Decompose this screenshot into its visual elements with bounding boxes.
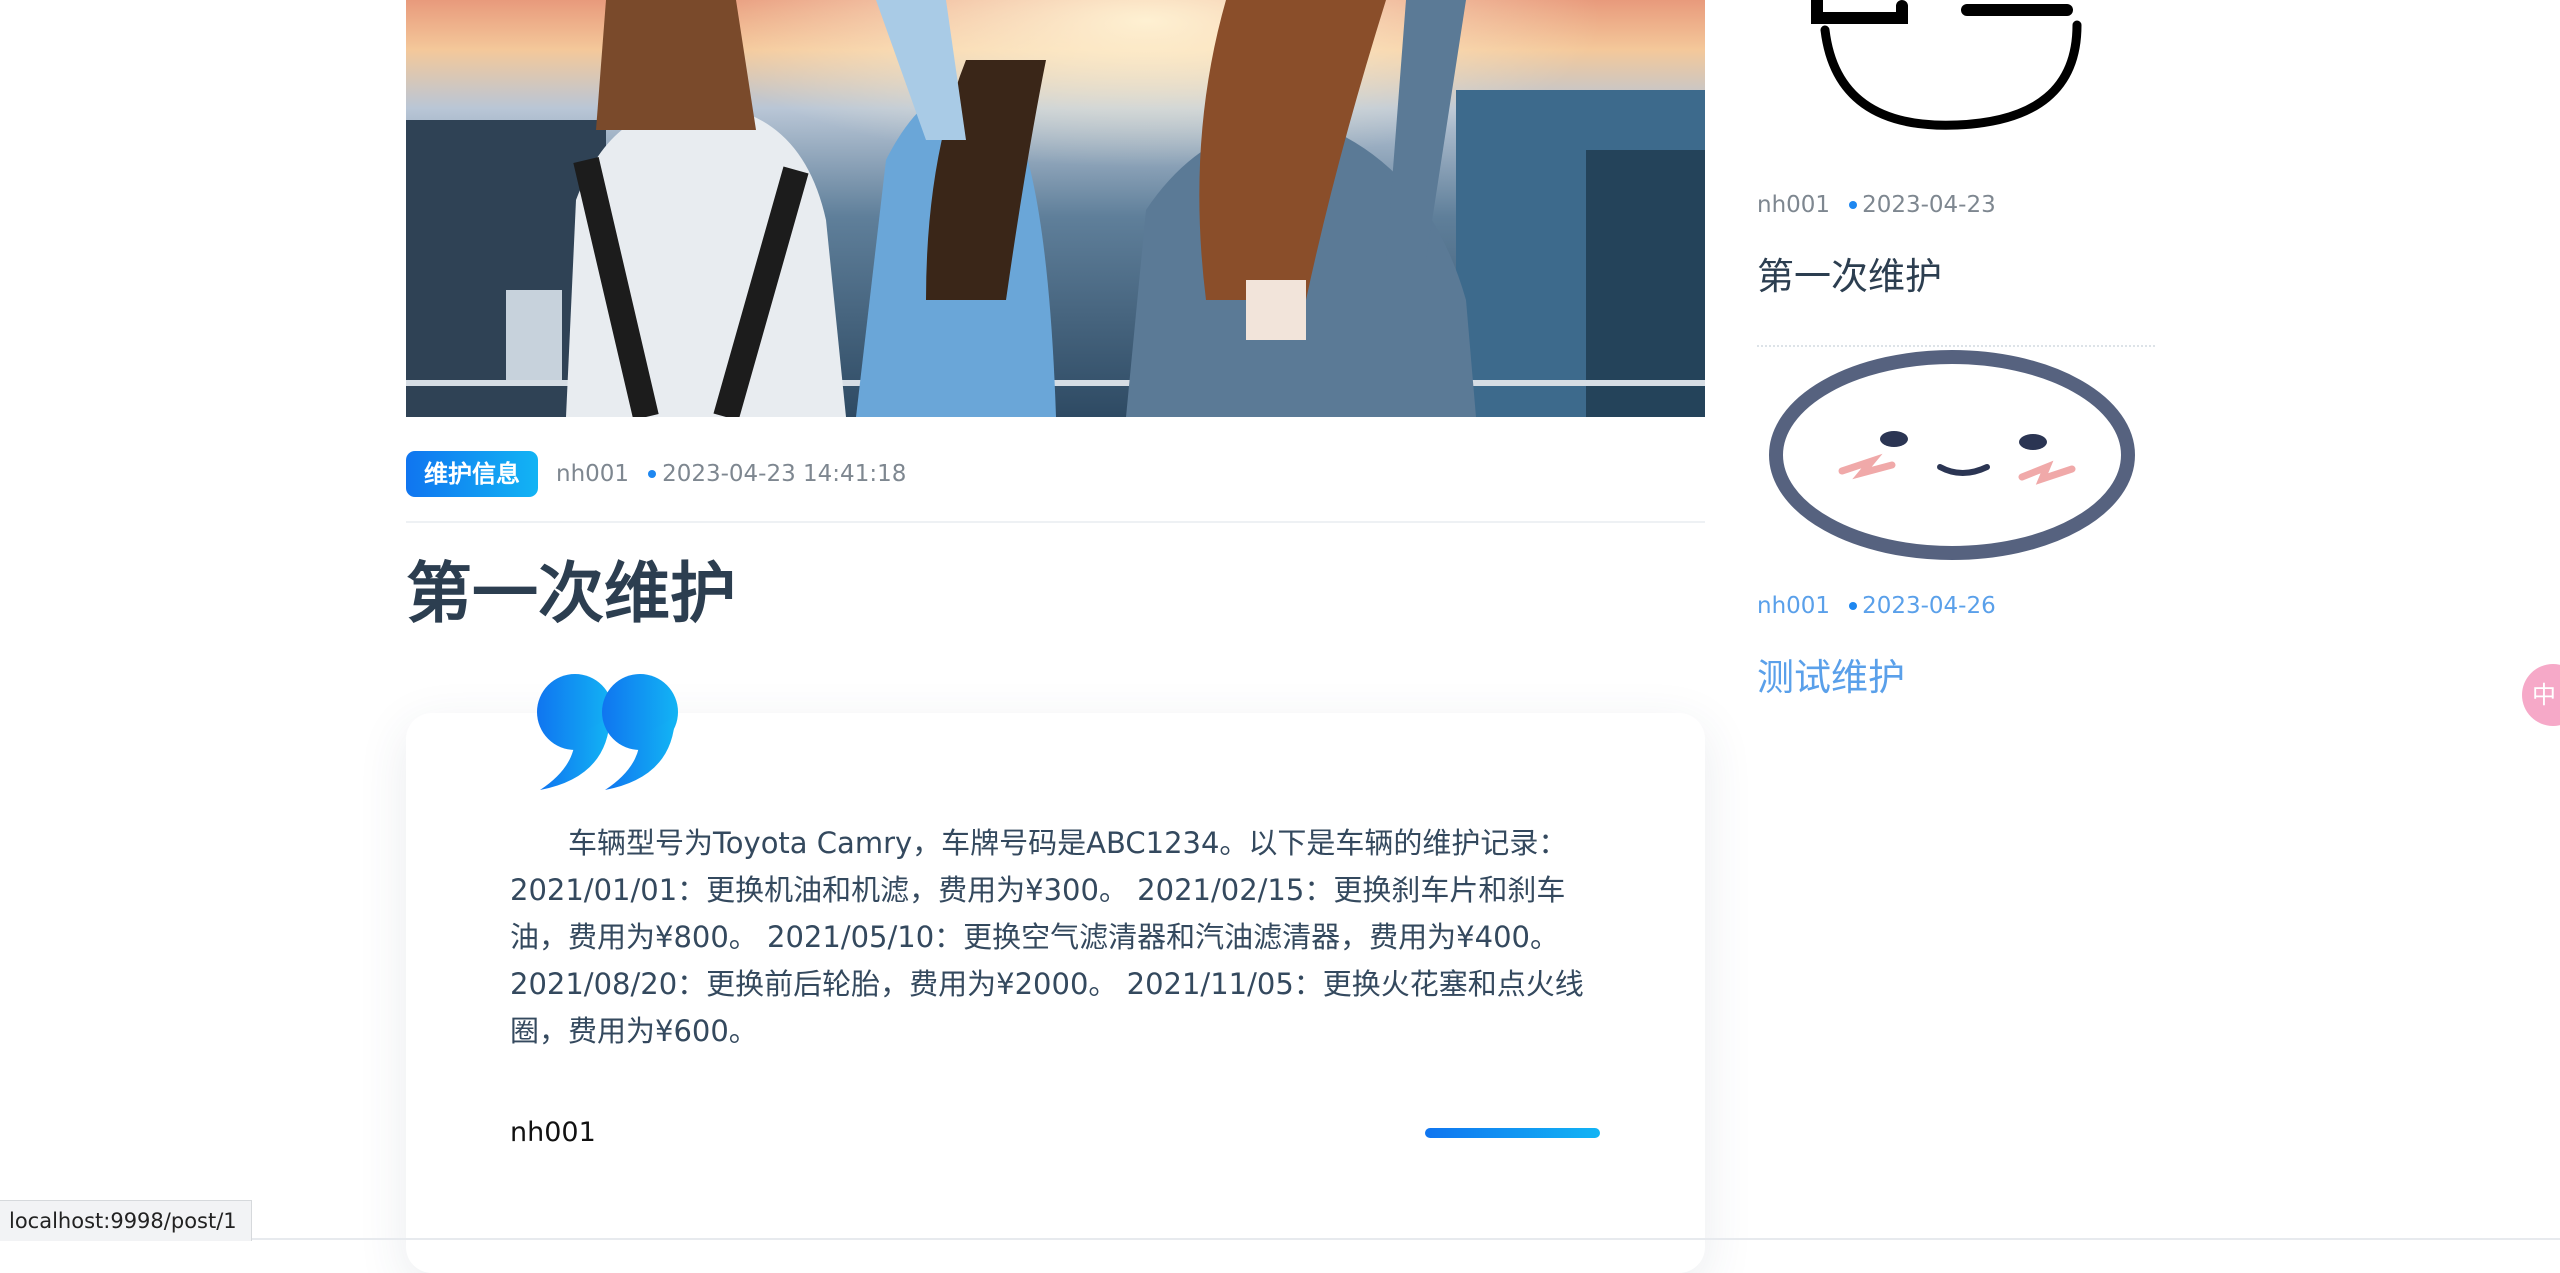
post-title: 第一次维护 bbox=[406, 555, 736, 632]
blush-face-thumbnail bbox=[1769, 350, 2135, 560]
sidebar-post-author[interactable]: nh001 bbox=[1757, 192, 1830, 218]
post-hero-image bbox=[406, 0, 1705, 417]
sidebar-post-date: 2023-04-23 bbox=[1862, 192, 1996, 218]
post-content: 车辆型号为Toyota Camry，车牌号码是ABC1234。以下是车辆的维护记… bbox=[510, 826, 1584, 1048]
sidebar-post-card[interactable]: nh001 2023-04-26 测试维护 bbox=[1757, 349, 2155, 719]
sidebar-post-title[interactable]: 第一次维护 bbox=[1757, 246, 1942, 300]
sidebar-post-title[interactable]: 测试维护 bbox=[1757, 647, 1905, 701]
quote-author: nh001 bbox=[510, 1117, 596, 1148]
sidebar-post-author[interactable]: nh001 bbox=[1757, 593, 1830, 619]
meta-dot-icon bbox=[1849, 201, 1858, 209]
quote-accent-line bbox=[1425, 1128, 1600, 1138]
sidebar-post-card[interactable]: nh001 2023-04-23 第一次维护 bbox=[1757, 0, 2155, 347]
status-bar-url: localhost:9998/post/1 bbox=[0, 1200, 252, 1241]
smiley-thumbnail bbox=[1757, 0, 2155, 140]
category-badge[interactable]: 维护信息 bbox=[406, 451, 538, 497]
meta-dot-icon bbox=[648, 470, 657, 478]
language-switch-button[interactable]: 中 bbox=[2522, 664, 2560, 726]
meta-dot-icon bbox=[1849, 602, 1858, 610]
sidebar-post-date: 2023-04-26 bbox=[1862, 593, 1996, 619]
post-date: 2023-04-23 14:41:18 bbox=[662, 461, 907, 487]
sidebar-post-meta: nh001 2023-04-26 bbox=[1757, 593, 1996, 619]
quote-icon bbox=[530, 672, 680, 802]
post-author[interactable]: nh001 bbox=[556, 451, 629, 497]
post-meta: 维护信息 nh001 2023-04-23 14:41:18 bbox=[406, 451, 1705, 523]
sidebar-post-meta: nh001 2023-04-23 bbox=[1757, 192, 1996, 218]
